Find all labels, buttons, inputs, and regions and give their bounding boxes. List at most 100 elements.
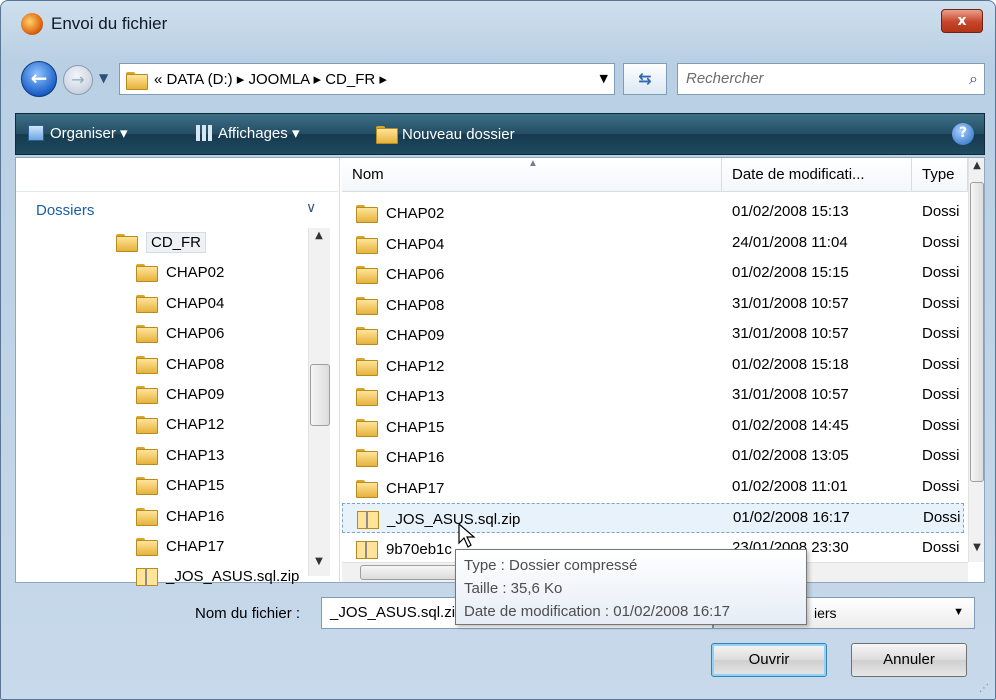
tree-item[interactable]: CHAP04: [136, 293, 224, 317]
file-list-scrollbar[interactable]: ▲ ▼: [968, 158, 984, 562]
tree-item[interactable]: CHAP09: [136, 384, 224, 408]
recent-pages-dropdown[interactable]: ▼: [99, 71, 108, 85]
file-type-value: iers: [814, 605, 837, 621]
open-button[interactable]: Ouvrir: [711, 643, 827, 677]
file-row[interactable]: CHAP04 24/01/2008 11:04 Dossi: [342, 229, 964, 259]
folder-icon: [136, 354, 158, 374]
address-row: ← → ▼ « DATA (D:) ▸ JOOMLA ▸ CD_FR ▸ ▼ ⇆…: [11, 59, 987, 99]
file-type-cell: Dossi: [922, 386, 960, 403]
tree-item-label: CHAP13: [166, 446, 225, 464]
breadcrumb[interactable]: « DATA (D:) ▸ JOOMLA ▸ CD_FR ▸: [154, 70, 387, 88]
file-name: CHAP09: [386, 327, 445, 344]
file-row[interactable]: CHAP09 31/01/2008 10:57 Dossi: [342, 320, 964, 350]
cancel-button[interactable]: Annuler: [851, 643, 967, 677]
browser-content: Dossiers ∨ CD_FR CHAP02 CHAP04 CHAP06 CHAP08…: [15, 157, 985, 587]
folder-icon: [356, 325, 378, 345]
scroll-thumb[interactable]: [310, 364, 330, 426]
column-label-date: Date de modificati...: [732, 166, 865, 183]
tree-item[interactable]: CHAP15: [136, 475, 224, 499]
forward-button[interactable]: →: [63, 65, 93, 95]
tooltip-type: Type : Dossier compressé: [464, 557, 638, 574]
tree-item-label: CHAP15: [166, 477, 225, 495]
chevron-down-icon[interactable]: ∨: [306, 200, 316, 216]
file-row[interactable]: CHAP17 01/02/2008 11:01 Dossi: [342, 473, 964, 503]
tree-item-label: CD_FR: [146, 232, 207, 253]
folder-icon: [136, 414, 158, 435]
back-button[interactable]: ←: [21, 61, 57, 97]
folder-icon: [356, 386, 378, 406]
folder-icon: [356, 264, 378, 284]
organise-menu[interactable]: Organiser ▾: [28, 124, 128, 142]
tree-item[interactable]: CHAP13: [136, 445, 224, 469]
scroll-up-icon[interactable]: ▲: [309, 230, 329, 248]
address-bar[interactable]: « DATA (D:) ▸ JOOMLA ▸ CD_FR ▸ ▼: [119, 63, 615, 95]
scroll-up-icon[interactable]: ▲: [967, 160, 987, 178]
file-name: CHAP06: [386, 266, 445, 283]
file-name-cell: CHAP17: [356, 478, 444, 498]
file-row[interactable]: CHAP02 01/02/2008 15:13 Dossi: [342, 198, 964, 228]
folder-icon: [136, 384, 158, 404]
column-label-name: Nom: [352, 166, 384, 183]
file-type-cell: Dossi: [922, 325, 960, 342]
file-date-cell: 01/02/2008 14:45: [732, 416, 849, 434]
new-folder-button[interactable]: Nouveau dossier: [376, 124, 515, 144]
search-input[interactable]: Rechercher ⌕: [677, 63, 985, 95]
file-name-cell: CHAP15: [356, 417, 445, 437]
tree-item-label: CHAP16: [166, 507, 225, 525]
folders-header[interactable]: Dossiers: [36, 202, 94, 219]
zip-icon: [356, 539, 378, 559]
search-icon[interactable]: ⌕: [969, 69, 978, 89]
tree-item[interactable]: CHAP06: [136, 323, 224, 347]
file-name: CHAP13: [386, 388, 445, 405]
refresh-button[interactable]: ⇆: [623, 63, 667, 95]
file-name: _JOS_ASUS.sql.zip: [387, 511, 521, 528]
column-header-date[interactable]: Date de modificati...: [722, 158, 912, 192]
column-header-type[interactable]: Type: [912, 158, 968, 192]
file-type-cell: Dossi: [922, 416, 960, 434]
file-date-cell: 01/02/2008 15:18: [732, 355, 849, 373]
column-header-name[interactable]: ▲ Nom: [342, 158, 722, 192]
scroll-thumb[interactable]: [970, 182, 984, 482]
file-name: CHAP02: [386, 205, 445, 222]
scroll-down-icon[interactable]: ▼: [967, 542, 987, 560]
scroll-down-icon[interactable]: ▼: [309, 556, 329, 574]
file-name: CHAP15: [386, 418, 445, 436]
new-folder-icon: [376, 124, 398, 144]
file-row[interactable]: CHAP06 01/02/2008 15:15 Dossi: [342, 259, 964, 289]
file-row[interactable]: CHAP15 01/02/2008 14:45 Dossi: [342, 412, 964, 442]
tree-item-label: CHAP06: [166, 325, 225, 343]
resize-grip-icon[interactable]: ⋰: [979, 683, 991, 695]
tree-item[interactable]: CHAP16: [136, 506, 224, 530]
title-bar: Envoi du fichier x: [1, 1, 995, 47]
file-type-cell: Dossi: [922, 447, 960, 464]
folder-icon: [136, 293, 158, 313]
tree-item[interactable]: CHAP02: [136, 262, 224, 286]
file-row[interactable]: CHAP13 31/01/2008 10:57 Dossi: [342, 381, 964, 411]
tree-item[interactable]: CHAP08: [136, 354, 224, 378]
folder-icon: [356, 478, 378, 498]
folder-icon: [136, 475, 158, 496]
file-row[interactable]: _JOS_ASUS.sql.zip 01/02/2008 16:17 Dossi: [342, 503, 964, 533]
tree-item[interactable]: CD_FR: [116, 232, 207, 256]
tree-item[interactable]: _JOS_ASUS.sql.zip: [136, 566, 299, 590]
column-label-type: Type: [922, 166, 955, 183]
tree-item-label: _JOS_ASUS.sql.zip: [166, 568, 300, 586]
file-row[interactable]: CHAP12 01/02/2008 15:18 Dossi: [342, 351, 964, 381]
tree-item[interactable]: CHAP12: [136, 414, 224, 438]
views-menu[interactable]: Affichages ▾: [196, 124, 299, 142]
chevron-down-icon[interactable]: ▼: [953, 606, 964, 618]
folder-icon: [356, 203, 378, 223]
file-row[interactable]: CHAP16 01/02/2008 13:05 Dossi: [342, 442, 964, 472]
folder-icon: [356, 447, 378, 467]
tree-scrollbar[interactable]: ▲ ▼: [308, 228, 330, 576]
file-name: CHAP04: [386, 235, 445, 253]
help-icon[interactable]: ?: [952, 123, 974, 145]
folder-icon: [356, 356, 378, 376]
tree-item[interactable]: CHAP17: [136, 536, 224, 560]
file-type-cell: Dossi: [922, 538, 960, 556]
file-date-cell: 31/01/2008 10:57: [732, 386, 849, 403]
file-row[interactable]: CHAP08 31/01/2008 10:57 Dossi: [342, 290, 964, 320]
chevron-down-icon[interactable]: ▼: [600, 72, 608, 85]
close-button[interactable]: x: [941, 9, 983, 33]
file-name-cell: CHAP12: [356, 356, 444, 376]
